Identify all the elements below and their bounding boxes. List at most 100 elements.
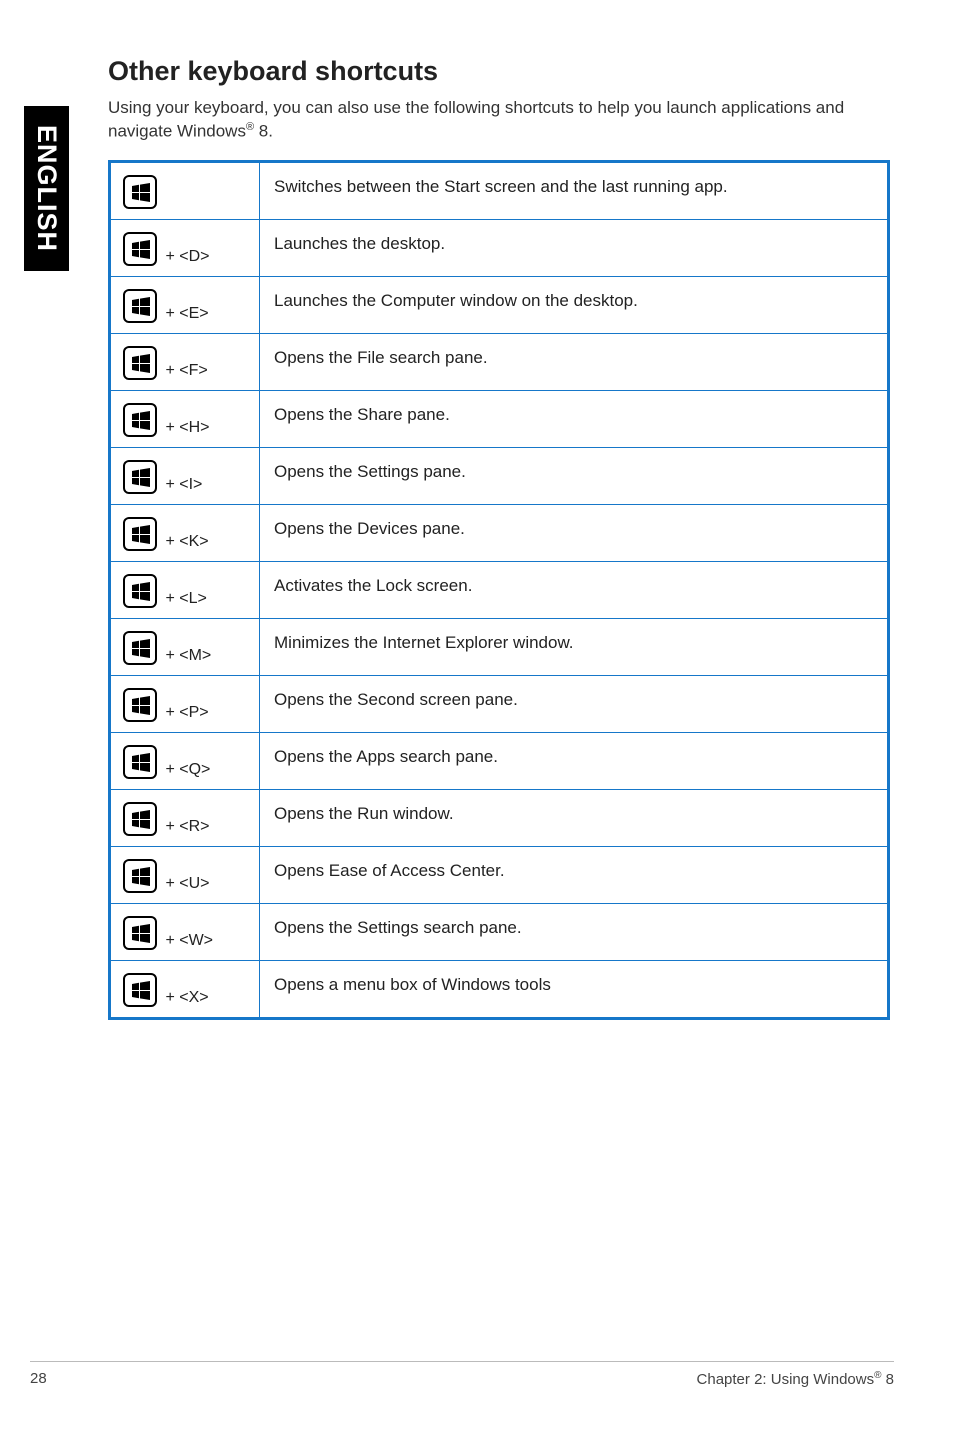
shortcut-key-cell <box>110 161 260 219</box>
language-tab: ENGLISH <box>24 106 69 271</box>
key-combo-text: + <D> <box>161 248 209 265</box>
windows-key-icon <box>123 916 157 950</box>
windows-logo-icon <box>131 867 151 887</box>
windows-logo-icon <box>131 582 151 602</box>
page: ENGLISH Other keyboard shortcuts Using y… <box>0 0 954 1438</box>
shortcut-key-cell: + <R> <box>110 789 260 846</box>
page-number: 28 <box>30 1370 47 1388</box>
table-row: + <L> Activates the Lock screen. <box>110 561 889 618</box>
windows-key-icon <box>123 973 157 1007</box>
shortcut-key-cell: + <X> <box>110 960 260 1018</box>
table-row: + <Q> Opens the Apps search pane. <box>110 732 889 789</box>
content-area: Other keyboard shortcuts Using your keyb… <box>108 56 890 1020</box>
key-combo-text: + <E> <box>161 305 209 322</box>
shortcuts-table: Switches between the Start screen and th… <box>108 160 890 1020</box>
intro-paragraph: Using your keyboard, you can also use th… <box>108 97 890 144</box>
shortcut-key-cell: + <Q> <box>110 732 260 789</box>
registered-mark: ® <box>246 121 254 133</box>
windows-logo-icon <box>131 183 151 203</box>
key-combo-text: + <M> <box>161 647 211 664</box>
windows-key-icon <box>123 403 157 437</box>
shortcut-description: Opens the File search pane. <box>260 333 889 390</box>
shortcut-description: Minimizes the Internet Explorer window. <box>260 618 889 675</box>
shortcut-key-cell: + <D> <box>110 219 260 276</box>
windows-key-icon <box>123 688 157 722</box>
table-row: + <H> Opens the Share pane. <box>110 390 889 447</box>
windows-logo-icon <box>131 810 151 830</box>
chapter-label: Chapter 2: Using Windows® 8 <box>697 1370 894 1388</box>
windows-logo-icon <box>131 411 151 431</box>
windows-logo-icon <box>131 297 151 317</box>
windows-logo-icon <box>131 354 151 374</box>
shortcut-description: Opens Ease of Access Center. <box>260 846 889 903</box>
key-combo-text: + <F> <box>161 362 208 379</box>
shortcut-description: Activates the Lock screen. <box>260 561 889 618</box>
key-combo-text: + <L> <box>161 590 207 607</box>
key-combo-text: + <I> <box>161 476 202 493</box>
windows-key-icon <box>123 802 157 836</box>
shortcut-description: Switches between the Start screen and th… <box>260 161 889 219</box>
windows-key-icon <box>123 346 157 380</box>
table-row: + <I> Opens the Settings pane. <box>110 447 889 504</box>
key-combo-text: + <Q> <box>161 761 210 778</box>
shortcuts-tbody: Switches between the Start screen and th… <box>110 161 889 1018</box>
shortcut-description: Launches the desktop. <box>260 219 889 276</box>
language-tab-label: ENGLISH <box>31 125 62 252</box>
table-row: + <M> Minimizes the Internet Explorer win… <box>110 618 889 675</box>
key-combo-text: + <W> <box>161 932 213 949</box>
shortcut-key-cell: + <U> <box>110 846 260 903</box>
shortcut-description: Opens the Share pane. <box>260 390 889 447</box>
shortcut-description: Opens the Settings pane. <box>260 447 889 504</box>
windows-logo-icon <box>131 924 151 944</box>
shortcut-description: Opens the Settings search pane. <box>260 903 889 960</box>
windows-logo-icon <box>131 639 151 659</box>
windows-key-icon <box>123 745 157 779</box>
windows-key-icon <box>123 232 157 266</box>
intro-text-before: Using your keyboard, you can also use th… <box>108 98 844 141</box>
shortcut-key-cell: + <P> <box>110 675 260 732</box>
shortcut-key-cell: + <M> <box>110 618 260 675</box>
shortcut-description: Opens the Second screen pane. <box>260 675 889 732</box>
chapter-text-before: Chapter 2: Using Windows <box>697 1371 875 1388</box>
windows-logo-icon <box>131 696 151 716</box>
key-combo-text: + <P> <box>161 704 209 721</box>
table-row: + <R> Opens the Run window. <box>110 789 889 846</box>
shortcut-key-cell: + <E> <box>110 276 260 333</box>
intro-text-after: 8. <box>254 122 273 141</box>
windows-logo-icon <box>131 525 151 545</box>
windows-key-icon <box>123 859 157 893</box>
shortcut-key-cell: + <K> <box>110 504 260 561</box>
shortcut-description: Launches the Computer window on the desk… <box>260 276 889 333</box>
table-row: + <P> Opens the Second screen pane. <box>110 675 889 732</box>
windows-key-icon <box>123 289 157 323</box>
table-row: + <X>Opens a menu box of Windows tools <box>110 960 889 1018</box>
page-heading: Other keyboard shortcuts <box>108 56 890 87</box>
table-row: + <E> Launches the Computer window on the… <box>110 276 889 333</box>
table-row: + <U> Opens Ease of Access Center. <box>110 846 889 903</box>
windows-key-icon <box>123 175 157 209</box>
chapter-text-after: 8 <box>881 1371 894 1388</box>
windows-logo-icon <box>131 468 151 488</box>
windows-key-icon <box>123 517 157 551</box>
shortcut-key-cell: + <F> <box>110 333 260 390</box>
shortcut-key-cell: + <W> <box>110 903 260 960</box>
windows-key-icon <box>123 460 157 494</box>
windows-logo-icon <box>131 240 151 260</box>
key-combo-text: + <U> <box>161 875 209 892</box>
key-combo-text: + <R> <box>161 818 209 835</box>
windows-key-icon <box>123 574 157 608</box>
shortcut-key-cell: + <L> <box>110 561 260 618</box>
windows-logo-icon <box>131 981 151 1001</box>
shortcut-key-cell: + <H> <box>110 390 260 447</box>
windows-key-icon <box>123 631 157 665</box>
table-row: Switches between the Start screen and th… <box>110 161 889 219</box>
windows-logo-icon <box>131 753 151 773</box>
shortcut-description: Opens the Run window. <box>260 789 889 846</box>
key-combo-text: + <H> <box>161 419 209 436</box>
shortcut-key-cell: + <I> <box>110 447 260 504</box>
page-footer: 28 Chapter 2: Using Windows® 8 <box>30 1361 894 1388</box>
shortcut-description: Opens the Apps search pane. <box>260 732 889 789</box>
table-row: + <F> Opens the File search pane. <box>110 333 889 390</box>
table-row: + <K>Opens the Devices pane. <box>110 504 889 561</box>
key-combo-text: + <K> <box>161 533 209 550</box>
